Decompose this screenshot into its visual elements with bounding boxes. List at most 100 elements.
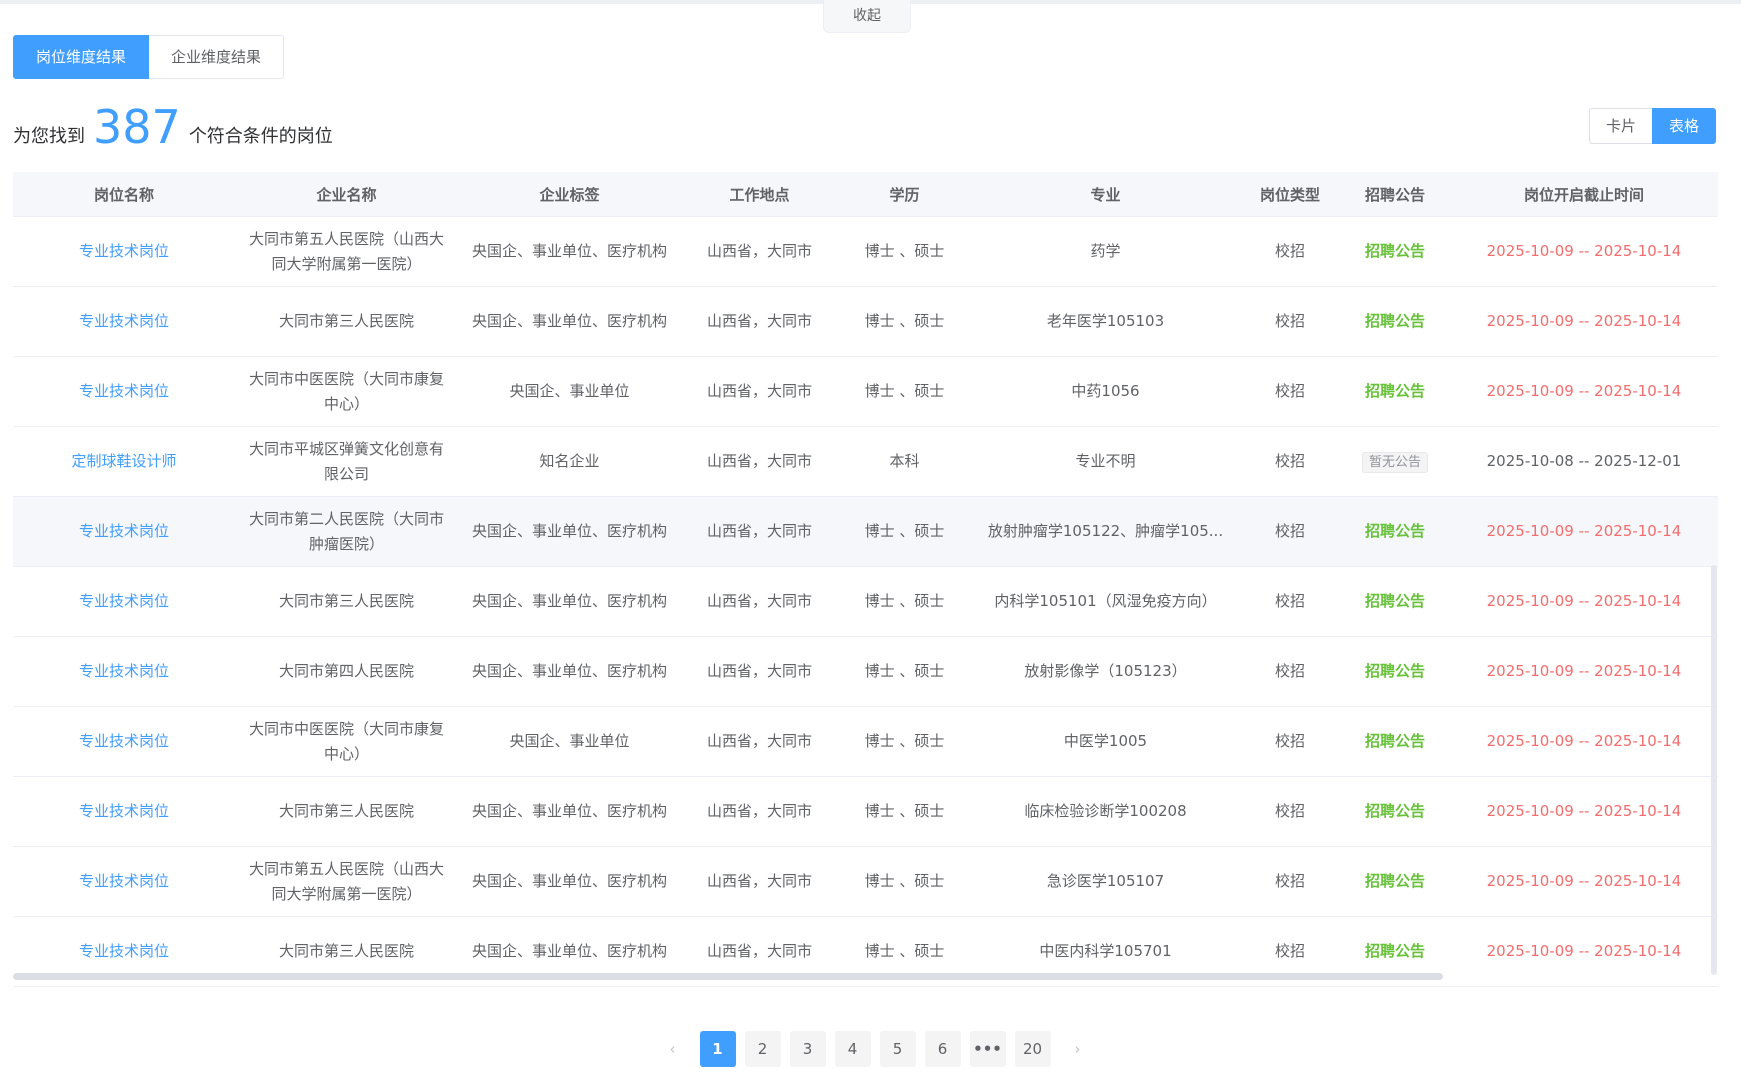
column-header: 专业 bbox=[971, 172, 1240, 217]
table-row[interactable]: 专业技术岗位 大同市第五人民医院（山西大同大学附属第一医院） 央国企、事业单位、医疗… bbox=[13, 216, 1718, 287]
company-tags: 央国企、事业单位、医疗机构 bbox=[471, 942, 667, 960]
open-close-period-cell: 2025-10-09 -- 2025-10-14 bbox=[1450, 916, 1718, 987]
education-cell: 本科 bbox=[838, 426, 971, 497]
next-page-button[interactable]: › bbox=[1060, 1031, 1096, 1067]
table-row[interactable]: 专业技术岗位 大同市第三人民医院 央国企、事业单位、医疗机构 山西省，大同市 博士 、硕… bbox=[13, 776, 1718, 847]
education: 博士 、硕士 bbox=[864, 522, 945, 540]
page-number[interactable]: 3 bbox=[789, 1031, 826, 1067]
page-number[interactable]: 20 bbox=[1014, 1031, 1051, 1067]
open-close-period-cell: 2025-10-09 -- 2025-10-14 bbox=[1450, 356, 1718, 427]
position-type-cell: 校招 bbox=[1240, 776, 1340, 847]
work-location: 山西省，大同市 bbox=[706, 382, 812, 400]
company-name: 大同市第三人民医院 bbox=[278, 942, 414, 960]
summary-suffix: 个符合条件的岗位 bbox=[188, 126, 333, 147]
position-name-link-cell: 专业技术岗位 bbox=[13, 846, 235, 917]
position-name-link[interactable]: 专业技术岗位 bbox=[79, 942, 169, 960]
position-type-cell: 校招 bbox=[1240, 286, 1340, 357]
position-name-link[interactable]: 定制球鞋设计师 bbox=[71, 452, 176, 470]
education: 博士 、硕士 bbox=[864, 732, 945, 750]
company-tags: 央国企、事业单位、医疗机构 bbox=[471, 242, 667, 260]
work-location-cell: 山西省，大同市 bbox=[681, 706, 838, 777]
company-name-cell: 大同市中医医院（大同市康复中心） bbox=[235, 706, 458, 777]
page-number[interactable]: 6 bbox=[924, 1031, 961, 1067]
open-close-period: 2025-10-09 -- 2025-10-14 bbox=[1486, 732, 1682, 750]
table-view-button[interactable]: 表格 bbox=[1652, 108, 1717, 144]
open-close-period-cell: 2025-10-09 -- 2025-10-14 bbox=[1450, 286, 1718, 357]
recruitment-notice-link[interactable]: 招聘公告 bbox=[1365, 312, 1425, 330]
result-count: 387 bbox=[93, 100, 181, 154]
position-type-cell: 校招 bbox=[1240, 356, 1340, 427]
open-close-period-cell: 2025-10-09 -- 2025-10-14 bbox=[1450, 566, 1718, 637]
education: 博士 、硕士 bbox=[864, 242, 945, 260]
table-row[interactable]: 专业技术岗位 大同市第四人民医院 央国企、事业单位、医疗机构 山西省，大同市 博士 、硕… bbox=[13, 636, 1718, 707]
page-number[interactable]: 5 bbox=[879, 1031, 916, 1067]
position-type-cell: 校招 bbox=[1240, 566, 1340, 637]
major-cell: 放射肿瘤学105122、肿瘤学105... bbox=[971, 496, 1240, 567]
position-name-link[interactable]: 专业技术岗位 bbox=[79, 522, 169, 540]
table-row[interactable]: 专业技术岗位 大同市第三人民医院 央国企、事业单位、医疗机构 山西省，大同市 博士 、硕… bbox=[13, 566, 1718, 637]
position-name-link[interactable]: 专业技术岗位 bbox=[79, 732, 169, 750]
position-type: 校招 bbox=[1274, 662, 1305, 680]
recruitment-notice-link[interactable]: 招聘公告 bbox=[1365, 522, 1425, 540]
page-ellipsis[interactable]: ••• bbox=[969, 1031, 1006, 1067]
work-location: 山西省，大同市 bbox=[706, 872, 812, 890]
position-name-link-cell: 专业技术岗位 bbox=[13, 286, 235, 357]
position-type: 校招 bbox=[1274, 942, 1305, 960]
table-header-row: 岗位名称 企业名称 企业标签 工作地点 学历 专业 岗位类型 招聘公告 岗位开启… bbox=[13, 172, 1718, 217]
column-header: 工作地点 bbox=[681, 172, 838, 217]
major: 药学 bbox=[1090, 242, 1121, 260]
major-cell: 内科学105101（风湿免疫方向） bbox=[971, 566, 1240, 637]
position-name-link[interactable]: 专业技术岗位 bbox=[79, 242, 169, 260]
company-tags-cell: 央国企、事业单位、医疗机构 bbox=[458, 776, 681, 847]
no-notice-tag-cell: 暂无公告 bbox=[1340, 426, 1450, 497]
education-cell: 博士 、硕士 bbox=[838, 636, 971, 707]
open-close-period-cell: 2025-10-09 -- 2025-10-14 bbox=[1450, 496, 1718, 567]
position-name-link[interactable]: 专业技术岗位 bbox=[79, 592, 169, 610]
page-number[interactable]: 4 bbox=[834, 1031, 871, 1067]
table-row[interactable]: 专业技术岗位 大同市第三人民医院 央国企、事业单位、医疗机构 山西省，大同市 博士 、硕… bbox=[13, 286, 1718, 357]
major: 中药1056 bbox=[1071, 382, 1140, 400]
company-name: 大同市第二人民医院（大同市肿瘤医院） bbox=[248, 509, 444, 553]
position-name-link[interactable]: 专业技术岗位 bbox=[79, 662, 169, 680]
position-name-link[interactable]: 专业技术岗位 bbox=[79, 802, 169, 820]
position-name-link[interactable]: 专业技术岗位 bbox=[79, 312, 169, 330]
recruitment-notice-link[interactable]: 招聘公告 bbox=[1365, 732, 1425, 750]
card-view-button[interactable]: 卡片 bbox=[1589, 108, 1653, 144]
recruitment-notice-link[interactable]: 招聘公告 bbox=[1365, 382, 1425, 400]
work-location: 山西省，大同市 bbox=[706, 452, 812, 470]
view-toggle: 卡片 表格 bbox=[1589, 108, 1717, 144]
page-number[interactable]: 2 bbox=[744, 1031, 781, 1067]
tab-position-results[interactable]: 岗位维度结果 bbox=[13, 35, 150, 79]
recruitment-notice-link[interactable]: 招聘公告 bbox=[1365, 662, 1425, 680]
table-row[interactable]: 专业技术岗位 大同市中医医院（大同市康复中心） 央国企、事业单位 山西省，大同市 博士 … bbox=[13, 356, 1718, 427]
result-summary: 为您找到 387 个符合条件的岗位 bbox=[13, 96, 333, 156]
company-tags: 央国企、事业单位、医疗机构 bbox=[471, 312, 667, 330]
table-row[interactable]: 专业技术岗位 大同市第二人民医院（大同市肿瘤医院） 央国企、事业单位、医疗机构 山西省… bbox=[13, 496, 1718, 567]
table-row[interactable]: 专业技术岗位 大同市中医医院（大同市康复中心） 央国企、事业单位 山西省，大同市 博士 … bbox=[13, 706, 1718, 777]
work-location: 山西省，大同市 bbox=[706, 242, 812, 260]
page-number[interactable]: 1 bbox=[699, 1031, 736, 1067]
table-row[interactable]: 专业技术岗位 大同市第五人民医院（山西大同大学附属第一医院） 央国企、事业单位、医疗… bbox=[13, 846, 1718, 917]
work-location: 山西省，大同市 bbox=[706, 522, 812, 540]
recruitment-notice-link[interactable]: 招聘公告 bbox=[1365, 592, 1425, 610]
recruitment-notice-link[interactable]: 招聘公告 bbox=[1365, 242, 1425, 260]
tab-company-results[interactable]: 企业维度结果 bbox=[149, 35, 285, 79]
recruitment-notice-link[interactable]: 招聘公告 bbox=[1365, 942, 1425, 960]
vertical-scrollbar[interactable] bbox=[1711, 565, 1717, 975]
recruitment-notice-link-cell: 招聘公告 bbox=[1340, 286, 1450, 357]
prev-page-button[interactable]: ‹ bbox=[655, 1031, 691, 1067]
education-cell: 博士 、硕士 bbox=[838, 566, 971, 637]
work-location-cell: 山西省，大同市 bbox=[681, 356, 838, 427]
recruitment-notice-link[interactable]: 招聘公告 bbox=[1365, 802, 1425, 820]
major: 中医学1005 bbox=[1063, 732, 1148, 750]
position-name-link[interactable]: 专业技术岗位 bbox=[79, 382, 169, 400]
company-name-cell: 大同市第三人民医院 bbox=[235, 286, 458, 357]
education: 博士 、硕士 bbox=[864, 802, 945, 820]
recruitment-notice-link[interactable]: 招聘公告 bbox=[1365, 872, 1425, 890]
table-row[interactable]: 定制球鞋设计师 大同市平城区弹簧文化创意有限公司 知名企业 山西省，大同市 本科 专业不明… bbox=[13, 426, 1718, 497]
major: 内科学105101（风湿免疫方向） bbox=[994, 592, 1217, 610]
position-name-link[interactable]: 专业技术岗位 bbox=[79, 872, 169, 890]
collapse-button[interactable]: 收起 bbox=[823, 0, 911, 33]
column-header: 企业标签 bbox=[458, 172, 681, 217]
horizontal-scrollbar[interactable] bbox=[13, 973, 1443, 980]
